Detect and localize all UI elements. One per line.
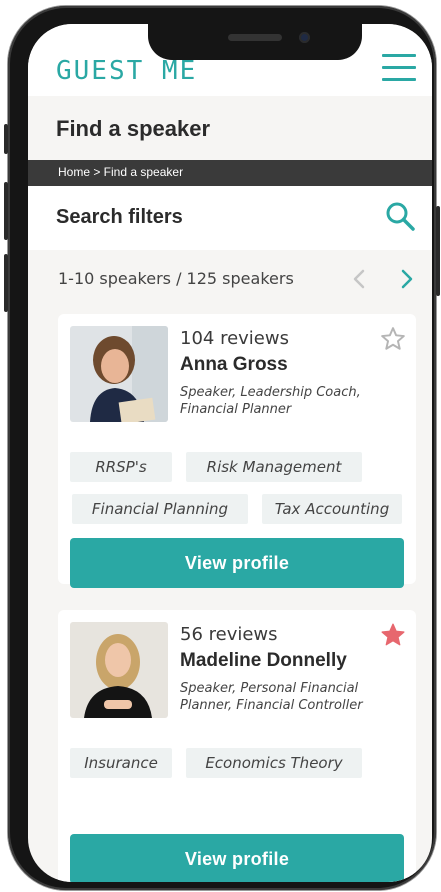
guestme-logo[interactable]: GUEST ME — [56, 56, 197, 86]
mute-switch — [4, 124, 8, 154]
star-filled-icon[interactable] — [380, 622, 406, 648]
speaker-roles: Speaker, Leadership Coach, Financial Pla… — [180, 385, 361, 417]
volume-down-button — [4, 254, 8, 312]
phone-frame: GUEST ME Find a speaker Home > Find a sp… — [4, 6, 440, 890]
chevron-left-icon[interactable] — [350, 268, 368, 290]
phone-screen: GUEST ME Find a speaker Home > Find a sp… — [28, 24, 432, 882]
page-title: Find a speaker — [56, 116, 211, 141]
front-camera — [299, 32, 310, 43]
expertise-tag[interactable]: Insurance — [70, 748, 172, 778]
page-title-section: Find a speaker — [28, 96, 432, 160]
speaker-photo[interactable] — [70, 622, 168, 718]
volume-up-button — [4, 182, 8, 240]
speaker-card: 56 reviews Madeline Donnelly Speaker, Pe… — [58, 610, 416, 882]
power-button — [436, 206, 440, 296]
expertise-tag[interactable]: Risk Management — [186, 452, 362, 482]
star-outline-icon[interactable] — [380, 326, 406, 352]
notch — [148, 24, 362, 60]
results-count: 1-10 speakers / 125 speakers — [58, 269, 294, 288]
search-filters-title[interactable]: Search filters — [56, 206, 183, 229]
expertise-tag[interactable]: Financial Planning — [72, 494, 248, 524]
breadcrumb-text[interactable]: Home > Find a speaker — [58, 165, 183, 179]
breadcrumb: Home > Find a speaker — [28, 160, 432, 186]
speaker-photo[interactable] — [70, 326, 168, 422]
review-count: 104 reviews — [180, 328, 289, 349]
speaker-name[interactable]: Madeline Donnelly — [180, 650, 347, 672]
earpiece — [228, 34, 282, 41]
speaker-name[interactable]: Anna Gross — [180, 354, 288, 376]
view-profile-button[interactable]: View profile — [70, 834, 404, 882]
chevron-right-icon[interactable] — [398, 268, 416, 290]
review-count: 56 reviews — [180, 624, 278, 645]
expertise-tag[interactable]: RRSP's — [70, 452, 172, 482]
view-profile-button[interactable]: View profile — [70, 538, 404, 588]
hamburger-menu-icon[interactable] — [382, 54, 416, 82]
search-icon[interactable] — [384, 200, 416, 232]
speaker-card: 104 reviews Anna Gross Speaker, Leadersh… — [58, 314, 416, 588]
expertise-tag[interactable]: Economics Theory — [186, 748, 362, 778]
search-filters-bar[interactable]: Search filters — [28, 186, 432, 250]
speaker-roles: Speaker, Personal Financial Planner, Fin… — [180, 681, 363, 713]
expertise-tag[interactable]: Tax Accounting — [262, 494, 402, 524]
